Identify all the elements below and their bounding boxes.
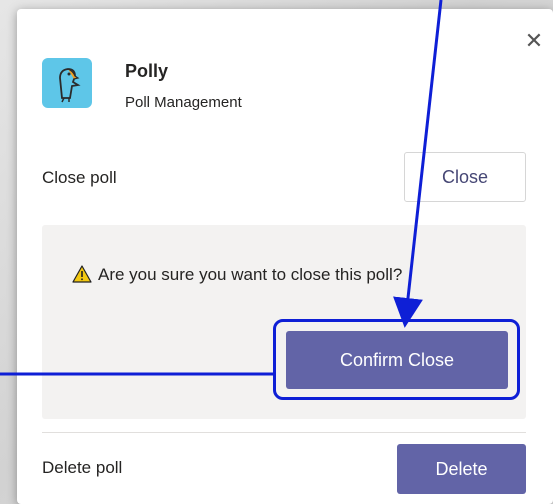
annotation-overlay xyxy=(0,0,443,376)
annotation-arrow xyxy=(393,0,443,328)
